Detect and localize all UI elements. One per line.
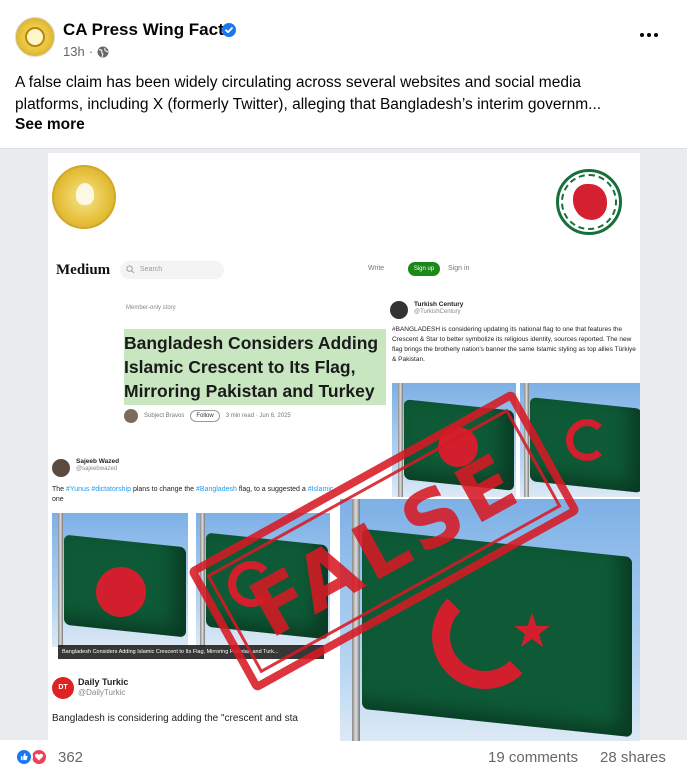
medium-write-label: Write (368, 265, 385, 272)
post-time[interactable]: 13h (63, 44, 85, 59)
post-text: A false claim has been widely circulatin… (15, 72, 675, 116)
comments-count-link[interactable]: 19 comments (488, 749, 578, 766)
tweet-author-name: Sajeeb Wazed (76, 458, 120, 465)
daily-turkic-tweet: DT Daily Turkic @DailyTurkic Bangladesh … (48, 671, 340, 741)
post-header: CA Press Wing Facts 13h · (0, 0, 687, 68)
see-more-link[interactable]: See more (15, 116, 85, 134)
tweet-author-handle: @TurkishCentury (414, 309, 461, 315)
author-avatar (124, 409, 138, 423)
flag-photo (52, 513, 188, 647)
post-image[interactable]: Medium Search Write Sign up Sign in Memb… (48, 153, 640, 741)
tweet-author-name: Turkish Century (414, 301, 464, 308)
post-footer: 362 19 comments 28 shares (0, 740, 687, 777)
tweet-author-handle: @DailyTurkic (78, 688, 126, 697)
post-text-line: A false claim has been widely circulatin… (15, 74, 582, 91)
medium-search-bar: Search (120, 261, 224, 279)
page-avatar[interactable] (15, 17, 55, 57)
article-byline: Subject Bravos Follow 3 min read · Jun 6… (124, 409, 291, 423)
post-meta: 13h · (63, 44, 109, 59)
shares-count-link[interactable]: 28 shares (600, 749, 666, 766)
medium-signin-label: Sign in (448, 265, 470, 272)
globe-icon (97, 46, 109, 57)
medium-navbar: Medium Search Write Sign up Sign in (48, 257, 640, 285)
read-meta: 3 min read · Jun 6, 2025 (225, 413, 291, 419)
tweet-text: The #Yunus #dictatorship plans to change… (52, 486, 334, 503)
medium-logo: Medium (56, 262, 111, 278)
turkish-century-tweet: Turkish Century @TurkishCentury #BANGLAD… (388, 297, 640, 383)
author-name: Subject Bravos (144, 413, 185, 419)
tweet-author-handle: @sajeebwazed (76, 466, 118, 472)
bangladesh-emblem-logo (556, 169, 622, 235)
tweet-avatar (52, 459, 70, 477)
like-reaction-icon[interactable] (15, 748, 33, 766)
government-seal-logo (52, 165, 116, 229)
article-title: Bangladesh Considers Adding Islamic Cres… (124, 329, 386, 405)
tweet-avatar (390, 301, 408, 319)
post-image-container[interactable]: Medium Search Write Sign up Sign in Memb… (0, 148, 687, 741)
reaction-count[interactable]: 362 (58, 749, 83, 766)
meta-separator: · (88, 44, 94, 59)
search-icon (126, 265, 135, 274)
follow-button: Follow (190, 410, 220, 422)
more-options-icon[interactable] (640, 30, 662, 40)
post-text-line: platforms, including X (formerly Twitter… (15, 96, 602, 113)
medium-search-placeholder: Search (140, 266, 163, 273)
tweet-text: #BANGLADESH is considering updating its … (392, 326, 636, 363)
page-name[interactable]: CA Press Wing Facts (63, 20, 233, 40)
tweet-avatar: DT (52, 677, 74, 699)
member-only-label: Member-only story (126, 305, 176, 311)
tweet-author-name: Daily Turkic (78, 677, 129, 687)
tweet-text: Bangladesh is considering adding the "cr… (52, 713, 298, 724)
sajeeb-wazed-tweet: Sajeeb Wazed @sajeebwazed The #Yunus #di… (48, 453, 340, 513)
verified-badge-icon (222, 23, 236, 37)
star-icon (514, 613, 550, 647)
medium-article: Member-only story Bangladesh Considers A… (120, 301, 390, 435)
medium-signup-button: Sign up (408, 262, 440, 276)
